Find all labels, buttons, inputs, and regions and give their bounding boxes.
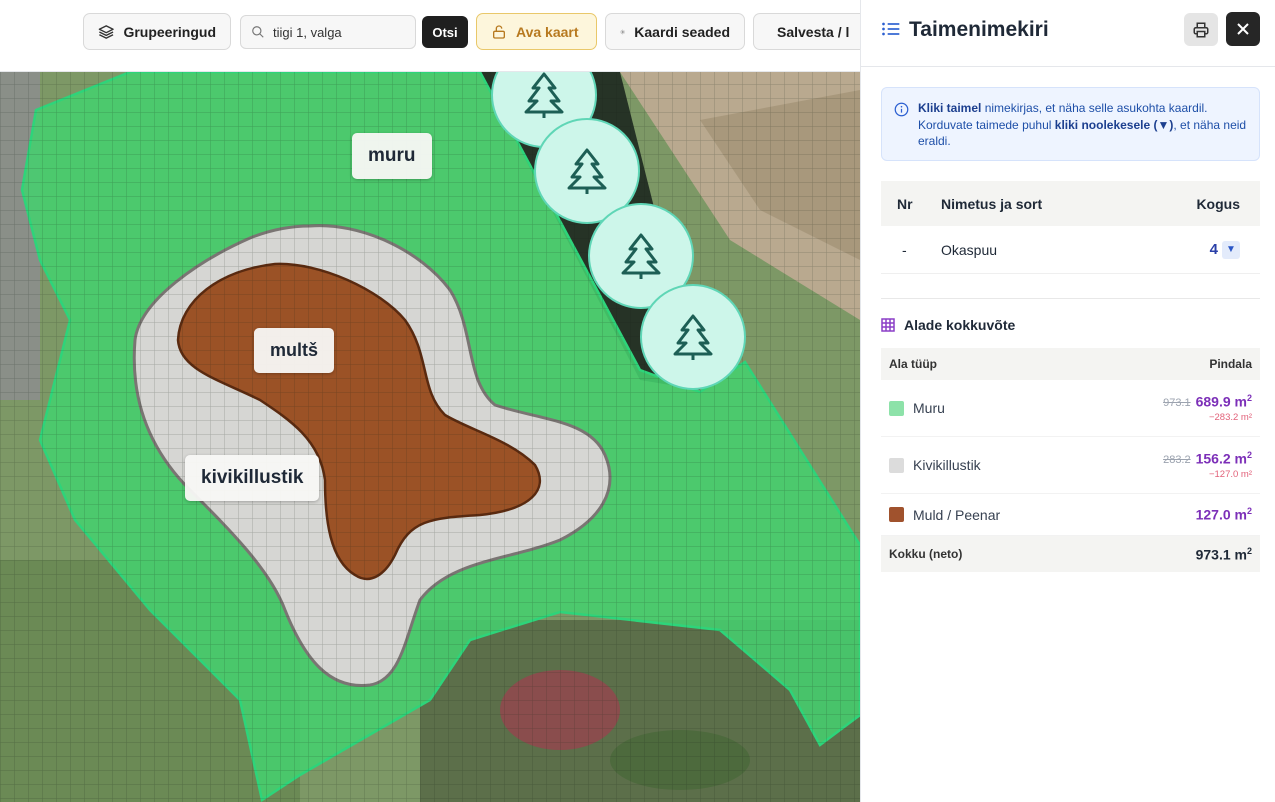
areas-summary-title: Alade kokkuvõte [881, 317, 1015, 333]
map-canvas[interactable]: muru multš kivikillustik [0, 0, 860, 802]
area-delta: −283.2 m² [1208, 412, 1252, 424]
layers-icon [98, 24, 114, 39]
search-input[interactable] [273, 24, 403, 40]
plant-list-panel: Taimenimekiri Kliki taimel nimekirjas, e… [860, 0, 1275, 802]
expand-toggle-button[interactable]: ▼ [1222, 240, 1240, 259]
panel-title: Taimenimekiri [909, 18, 1049, 41]
total-value: 973.1 m [1195, 546, 1247, 563]
save-button[interactable]: Salvesta / l [753, 13, 860, 50]
area-total-row: Kokku (neto) 973.1 m2 [881, 536, 1260, 572]
open-map-button[interactable]: Ava kaart [476, 13, 597, 50]
header-qty: Kogus [1196, 195, 1240, 212]
area-name: Muld / Peenar [913, 506, 1001, 523]
save-label: Salvesta / l [777, 23, 850, 40]
map-label-lawn[interactable]: muru [352, 133, 432, 179]
row-name: Okaspuu [941, 241, 998, 258]
map-settings-button[interactable]: Kaardi seaded [605, 13, 745, 50]
close-button[interactable] [1226, 12, 1260, 46]
groupings-label: Grupeeringud [123, 23, 216, 40]
plant-table: Nr Nimetus ja sort Kogus - Okaspuu 4 ▼ [881, 181, 1260, 274]
area-name: Muru [913, 400, 945, 416]
gear-icon [620, 29, 625, 34]
area-value: 689.9 m [1195, 393, 1247, 410]
search-box[interactable] [240, 15, 416, 49]
row-nr: - [902, 241, 907, 258]
tree-icon [567, 148, 607, 194]
tree-icon [621, 233, 661, 279]
header-area-size: Pindala [1209, 357, 1252, 371]
table-row[interactable]: - Okaspuu 4 ▼ [881, 226, 1260, 274]
search-icon [252, 26, 264, 38]
open-map-label: Ava kaart [516, 23, 579, 40]
area-old-value: 283.2 [1163, 454, 1191, 467]
map-label-gravel[interactable]: kivikillustik [185, 455, 320, 501]
area-name: Kivikillustik [913, 457, 981, 473]
print-button[interactable] [1184, 13, 1218, 46]
plant-table-header: Nr Nimetus ja sort Kogus [881, 181, 1260, 226]
lawn-swatch [889, 400, 904, 416]
divider [881, 298, 1260, 299]
list-icon [882, 22, 900, 36]
tree-icon [524, 72, 564, 118]
header-area-type: Ala tüüp [889, 357, 937, 371]
grid-icon [881, 318, 895, 332]
lock-open-icon [493, 24, 505, 39]
info-box: Kliki taimel nimekirjas, et näha selle a… [881, 87, 1260, 161]
area-value: 127.0 m [1195, 506, 1247, 523]
gravel-swatch [889, 457, 904, 473]
area-row-gravel: Kivikillustik 283.2 156.2 m2 −127.0 m² [881, 437, 1260, 494]
area-value: 156.2 m [1195, 450, 1247, 467]
tree-marker-4[interactable] [640, 284, 746, 390]
area-table: Ala tüüp Pindala Muru 973.1 689.9 m2 −283… [881, 348, 1260, 572]
areas-title-text: Alade kokkuvõte [904, 317, 1016, 333]
panel-header: Taimenimekiri [861, 0, 1275, 67]
map-settings-label: Kaardi seaded [634, 23, 730, 40]
search-button[interactable]: Otsi [422, 16, 468, 48]
info-icon [894, 102, 909, 117]
row-qty: 4 [1209, 241, 1218, 258]
close-icon [1237, 23, 1249, 35]
tree-icon [673, 314, 713, 360]
printer-icon [1193, 22, 1209, 37]
groupings-button[interactable]: Grupeeringud [83, 13, 231, 50]
area-old-value: 973.1 [1163, 397, 1191, 410]
area-row-lawn: Muru 973.1 689.9 m2 −283.2 m² [881, 380, 1260, 437]
map-background [0, 0, 860, 802]
total-label: Kokku (neto) [889, 547, 963, 561]
info-bold-1: Kliki taimel [918, 101, 982, 115]
area-delta: −127.0 m² [1208, 469, 1252, 481]
header-nr: Nr [897, 195, 913, 212]
area-row-soil: Muld / Peenar 127.0 m2 [881, 494, 1260, 536]
map-label-mulch[interactable]: multš [254, 328, 335, 373]
top-toolbar: Grupeeringud Otsi Ava kaart Kaardi seade… [0, 0, 860, 72]
info-bold-2: kliki noolekesele (▼) [1054, 117, 1174, 132]
soil-swatch [889, 507, 904, 522]
header-name: Nimetus ja sort [941, 195, 1043, 212]
area-table-header: Ala tüüp Pindala [881, 348, 1260, 380]
